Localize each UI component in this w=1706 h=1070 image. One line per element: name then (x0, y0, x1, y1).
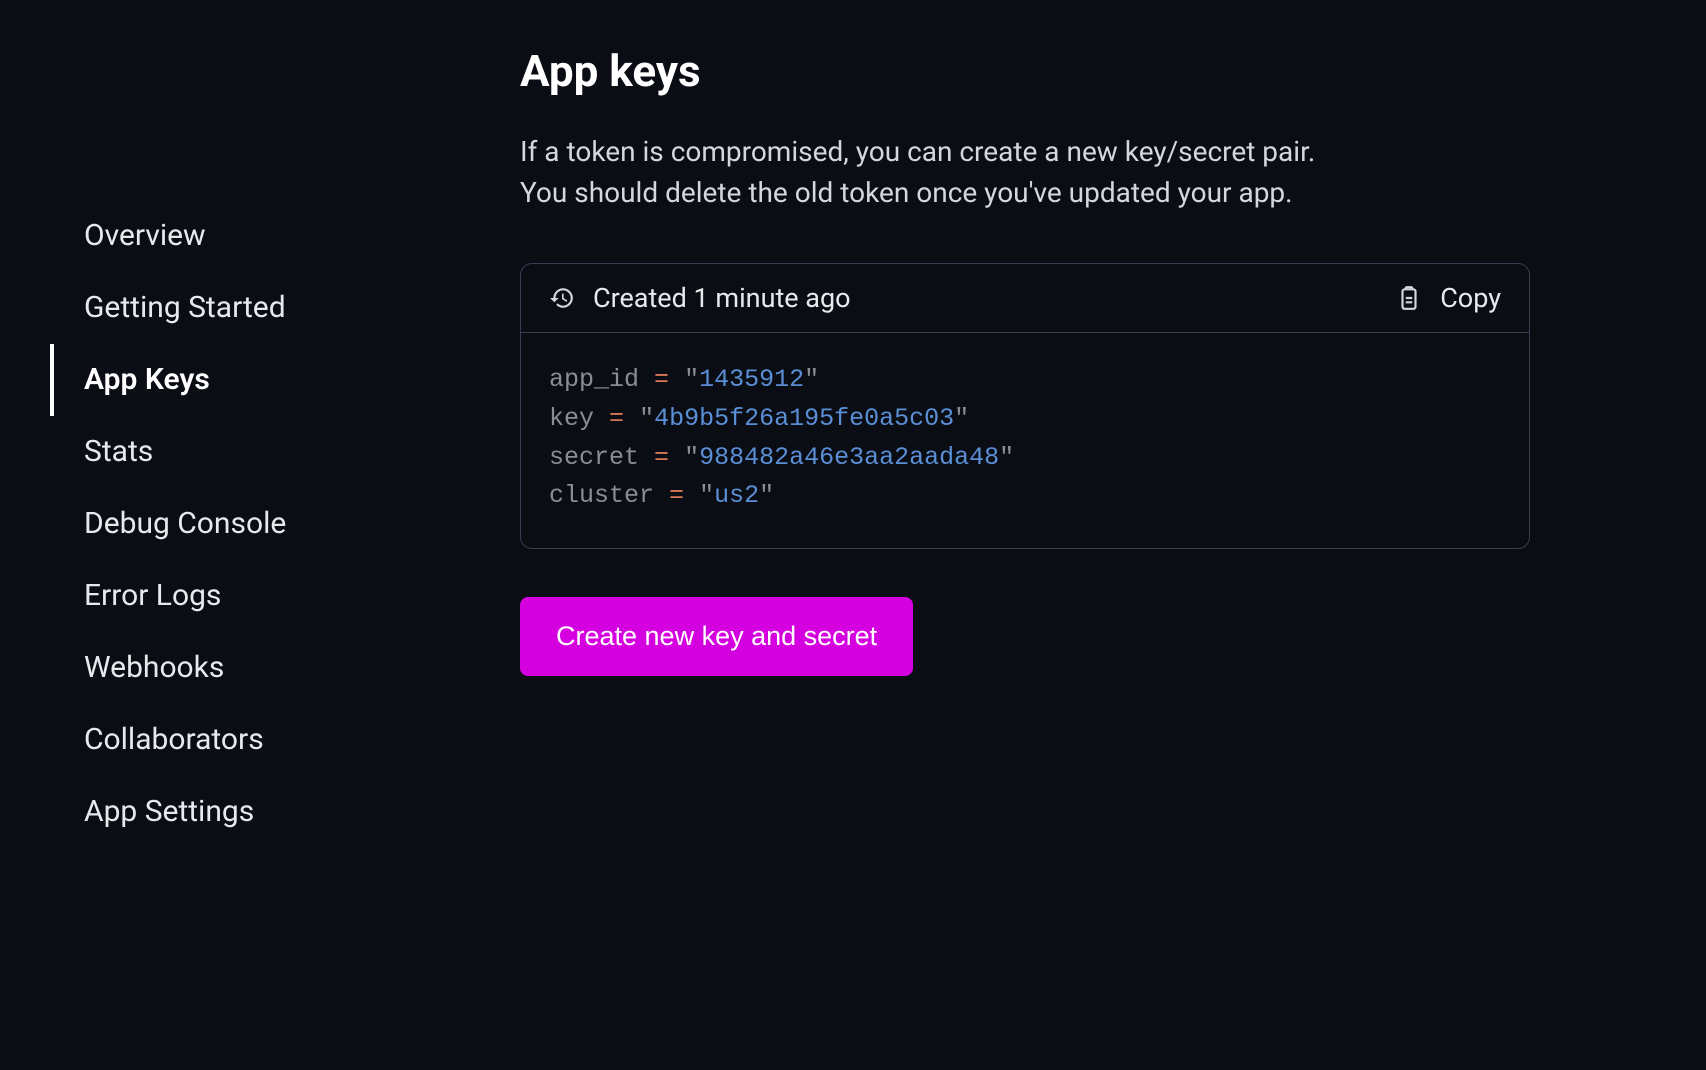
code-equals: = (609, 404, 624, 433)
sidebar-item-label: Overview (84, 218, 206, 253)
code-key: cluster (549, 481, 654, 510)
created-timestamp-label: Created 1 minute ago (593, 282, 851, 314)
code-quote: " (759, 481, 774, 510)
clipboard-icon (1396, 283, 1422, 313)
sidebar-item-debug-console[interactable]: Debug Console (50, 488, 420, 560)
code-key: app_id (549, 365, 639, 394)
sidebar-item-label: App Settings (84, 794, 254, 829)
sidebar-item-app-settings[interactable]: App Settings (50, 776, 420, 848)
code-quote: " (999, 443, 1014, 472)
code-value: 4b9b5f26a195fe0a5c03 (654, 404, 954, 433)
sidebar-item-overview[interactable]: Overview (50, 200, 420, 272)
copy-button[interactable]: Copy (1396, 282, 1501, 314)
main-content: App keys If a token is compromised, you … (420, 0, 1706, 1070)
copy-label: Copy (1440, 282, 1501, 314)
sidebar-item-label: Collaborators (84, 722, 264, 757)
code-equals: = (669, 481, 684, 510)
sidebar-item-label: Stats (84, 434, 153, 469)
sidebar-item-label: Webhooks (84, 650, 224, 685)
code-line-cluster: cluster = "us2" (549, 477, 1501, 516)
sidebar-item-label: Getting Started (84, 290, 286, 325)
card-header-left: Created 1 minute ago (549, 282, 851, 314)
code-quote: " (684, 365, 699, 394)
sidebar-item-getting-started[interactable]: Getting Started (50, 272, 420, 344)
code-quote: " (639, 404, 654, 433)
code-equals: = (654, 443, 669, 472)
code-key: secret (549, 443, 639, 472)
code-equals: = (654, 365, 669, 394)
sidebar-item-label: Debug Console (84, 506, 286, 541)
app-keys-card: Created 1 minute ago Copy app_id = "1435… (520, 263, 1530, 549)
sidebar-item-collaborators[interactable]: Collaborators (50, 704, 420, 776)
code-line-secret: secret = "988482a46e3aa2aada48" (549, 439, 1501, 478)
card-header: Created 1 minute ago Copy (521, 264, 1529, 333)
sidebar-item-app-keys[interactable]: App Keys (50, 344, 420, 416)
code-value: 988482a46e3aa2aada48 (699, 443, 999, 472)
sidebar-item-stats[interactable]: Stats (50, 416, 420, 488)
sidebar-item-label: App Keys (84, 362, 210, 397)
create-key-button[interactable]: Create new key and secret (520, 597, 913, 676)
code-value: us2 (714, 481, 759, 510)
sidebar-item-error-logs[interactable]: Error Logs (50, 560, 420, 632)
page-description: If a token is compromised, you can creat… (520, 132, 1520, 213)
sidebar-item-webhooks[interactable]: Webhooks (50, 632, 420, 704)
code-key: key (549, 404, 594, 433)
sidebar: Overview Getting Started App Keys Stats … (0, 0, 420, 1070)
code-quote: " (684, 443, 699, 472)
code-line-key: key = "4b9b5f26a195fe0a5c03" (549, 400, 1501, 439)
history-icon (549, 285, 575, 311)
page-title: App keys (520, 45, 1626, 97)
code-quote: " (804, 365, 819, 394)
code-line-app-id: app_id = "1435912" (549, 361, 1501, 400)
code-block: app_id = "1435912" key = "4b9b5f26a195fe… (521, 333, 1529, 548)
description-line-2: You should delete the old token once you… (520, 173, 1520, 214)
sidebar-item-label: Error Logs (84, 578, 221, 613)
code-quote: " (699, 481, 714, 510)
description-line-1: If a token is compromised, you can creat… (520, 132, 1520, 173)
code-value: 1435912 (699, 365, 804, 394)
code-quote: " (954, 404, 969, 433)
